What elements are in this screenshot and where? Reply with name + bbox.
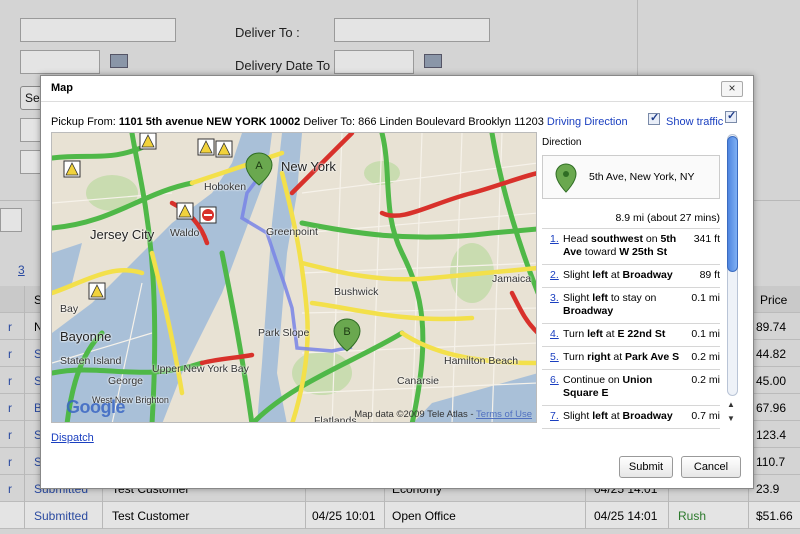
marker-a-icon <box>555 163 577 193</box>
directions-steps: 1. Head southwest on 5th Ave toward W 25t… <box>542 228 720 430</box>
table-row: Submitted Test Customer 04/25 10:01 Open… <box>0 502 800 529</box>
step-instruction: Slight left at Broadway <box>563 269 673 281</box>
step-distance: 0.2 mi <box>691 351 720 363</box>
directions-scrollbar[interactable]: ▲ ▼ <box>724 132 740 430</box>
driving-direction-link[interactable]: Driving Direction <box>547 116 628 128</box>
driving-direction-checkbox[interactable] <box>648 111 660 125</box>
direction-step[interactable]: 5. Turn right at Park Ave S 0.2 mi <box>542 346 720 369</box>
map-label: Hoboken <box>204 181 247 193</box>
step-number-link[interactable]: 7. <box>550 410 559 423</box>
step-distance: 0.7 mi <box>691 410 720 422</box>
directions-heading: Direction <box>542 137 582 148</box>
step-instruction: Slight left to stay on Broadway <box>563 292 657 317</box>
map-label: Jamaica <box>492 273 532 285</box>
map-dialog: Map × Pickup From: 1101 5th avenue NEW Y… <box>40 75 754 489</box>
road-closed-icon <box>199 206 217 224</box>
map-label: Staten Island <box>60 355 122 367</box>
close-button[interactable]: × <box>721 81 743 97</box>
step-number-link[interactable]: 4. <box>550 328 559 341</box>
map-label: Bushwick <box>334 286 379 298</box>
show-traffic-link[interactable]: Show traffic <box>666 116 723 128</box>
step-instruction: Turn left at E 22nd St <box>563 328 666 340</box>
direction-step[interactable]: 4. Turn left at E 22nd St 0.1 mi <box>542 323 720 346</box>
step-number-link[interactable]: 6. <box>550 374 559 387</box>
map-label: Bayonne <box>60 329 112 344</box>
start-address: 5th Ave, New York, NY <box>589 171 695 183</box>
dispatch-link[interactable]: Dispatch <box>51 432 94 444</box>
map-label: Park Slope <box>258 327 310 339</box>
cancel-button[interactable]: Cancel <box>681 456 741 478</box>
deliver-address: 866 Linden Boulevard Brooklyn 11203 <box>358 116 544 128</box>
step-distance: 0.1 mi <box>691 328 720 340</box>
direction-step[interactable]: 8.Turn left at E Houston St0.2 mi <box>542 428 720 430</box>
date-to-input <box>334 50 414 74</box>
direction-step[interactable]: 7. Slight left at Broadway 0.7 mi <box>542 405 720 428</box>
google-logo: Google <box>66 397 126 417</box>
divider <box>41 101 753 102</box>
step-number-link[interactable]: 5. <box>550 351 559 364</box>
scroll-thumb[interactable] <box>727 136 738 272</box>
direction-step[interactable]: 2. Slight left at Broadway 89 ft <box>542 264 720 287</box>
scroll-down-icon[interactable]: ▼ <box>727 414 735 423</box>
map-label: Canarsie <box>397 375 440 387</box>
show-traffic-checkbox[interactable] <box>725 109 737 123</box>
direction-step[interactable]: 3. Slight left to stay on Broadway 0.1 mi <box>542 287 720 323</box>
step-number-link[interactable]: 1. <box>550 233 559 246</box>
step-distance: 0.2 mi <box>691 374 720 386</box>
map-label: George <box>108 375 144 387</box>
copyright-text: Map data ©2009 Tele Atlas - <box>354 409 474 420</box>
bg-input-3 <box>20 118 42 142</box>
map-label: Flatlands <box>314 415 357 423</box>
map-view[interactable]: A B New York Hoboken Jersey City Waldo G… <box>51 132 537 423</box>
step-instruction: Head southwest on 5th Ave toward W 25th … <box>563 233 677 258</box>
submit-button[interactable]: Submit <box>619 456 673 478</box>
route-distance-summary: 8.9 mi (about 27 mins) <box>615 212 720 224</box>
step-instruction: Turn right at Park Ave S <box>563 351 680 363</box>
marker-b-label: B <box>343 326 350 338</box>
delivery-date-to-label: Delivery Date To : <box>235 58 338 73</box>
marker-a-label: A <box>255 160 263 172</box>
pickup-address: 1101 5th avenue NEW YORK 10002 <box>118 116 301 128</box>
bg-input-5 <box>0 208 22 232</box>
step-instruction: Slight left at Broadway <box>563 410 673 422</box>
bg-input-1 <box>20 18 176 42</box>
map-label: Greenpoint <box>266 226 318 238</box>
map-label: Waldo <box>170 227 200 239</box>
start-location-box: 5th Ave, New York, NY <box>542 155 720 199</box>
map-label: Jersey City <box>90 227 155 242</box>
directions-panel[interactable]: Direction 5th Ave, New York, NY 8.9 mi (… <box>538 132 744 430</box>
pagination-page: 3 <box>18 263 25 277</box>
step-distance: 89 ft <box>699 269 720 281</box>
terms-of-use-link[interactable]: Terms of Use <box>476 409 532 420</box>
calendar-icon <box>424 54 442 68</box>
dialog-title: Map <box>51 82 73 94</box>
map-label: New York <box>281 159 336 174</box>
scroll-up-icon[interactable]: ▲ <box>727 400 735 409</box>
deliver-to-label: Deliver To : <box>235 25 300 40</box>
map-label: Upper New York Bay <box>152 363 249 375</box>
step-instruction: Continue on Union Square E <box>563 374 653 399</box>
step-distance: 341 ft <box>693 233 720 245</box>
step-distance: 0.1 mi <box>691 292 720 304</box>
map-label: Hamilton Beach <box>444 355 519 367</box>
deliver-label: Deliver To: <box>303 116 356 128</box>
direction-step[interactable]: 1. Head southwest on 5th Ave toward W 25t… <box>542 228 720 264</box>
map-label: Bay <box>60 303 79 315</box>
pickup-label: Pickup From: <box>51 116 116 128</box>
price-header: Price <box>760 293 788 307</box>
step-number-link[interactable]: 2. <box>550 269 559 282</box>
route-summary: Pickup From: 1101 5th avenue NEW YORK 10… <box>51 116 628 128</box>
date-from-input <box>20 50 100 74</box>
bg-input-4 <box>20 150 42 174</box>
calendar-icon <box>110 54 128 68</box>
deliver-to-input <box>334 18 490 42</box>
step-number-link[interactable]: 3. <box>550 292 559 305</box>
map-copyright: Map data ©2009 Tele Atlas - Terms of Use <box>354 409 532 420</box>
direction-step[interactable]: 6. Continue on Union Square E 0.2 mi <box>542 369 720 405</box>
